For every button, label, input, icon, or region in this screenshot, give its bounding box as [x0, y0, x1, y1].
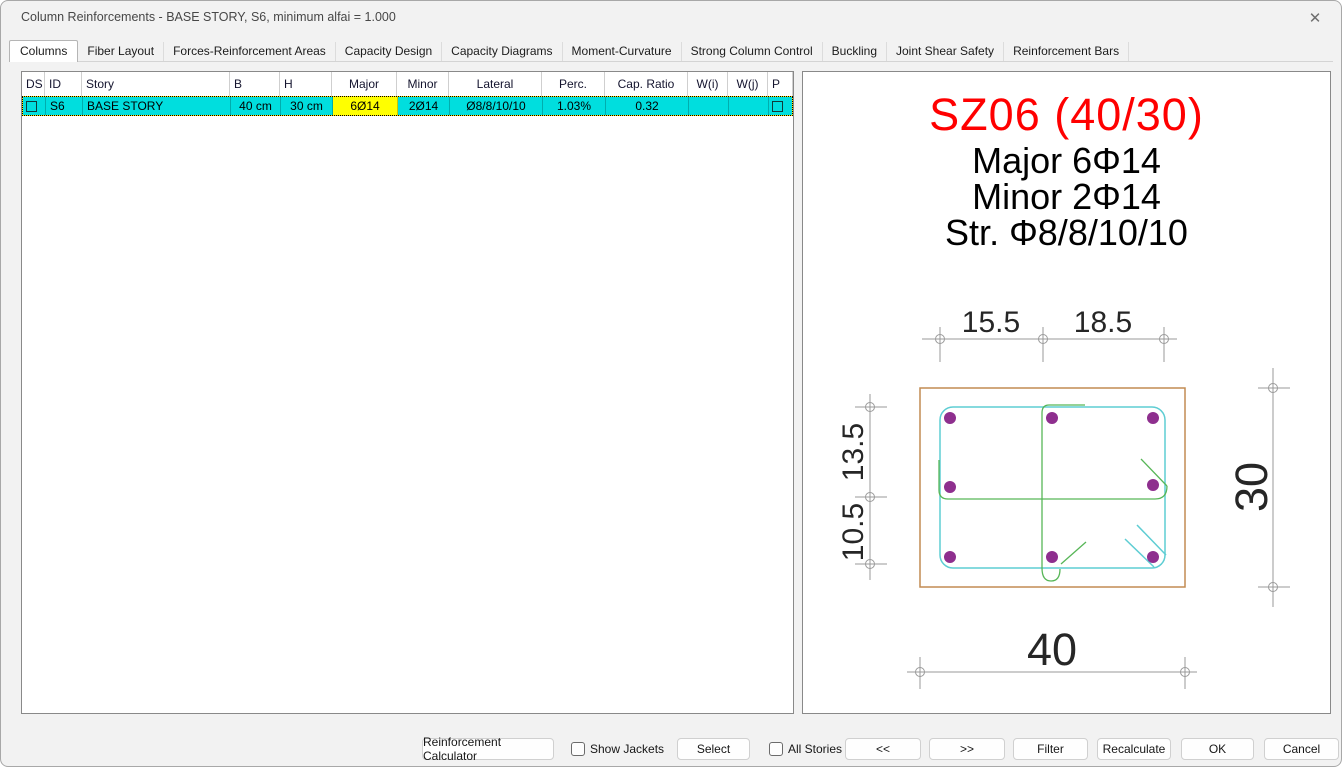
p-checkbox[interactable] [772, 101, 783, 112]
lateral-cell[interactable]: Ø8/8/10/10 [450, 97, 543, 115]
rebar-dot [944, 551, 956, 563]
rebar-dot [1147, 551, 1159, 563]
table-header-row: DS ID Story B H Major Minor Lateral Perc… [22, 72, 793, 96]
header-p[interactable]: P [768, 72, 793, 96]
show-jackets-label: Show Jackets [590, 742, 664, 756]
header-wj[interactable]: W(j) [728, 72, 768, 96]
perc-cell: 1.03% [543, 97, 606, 115]
rebar-dot [1046, 551, 1058, 563]
tab-strip: Columns Fiber Layout Forces-Reinforcemen… [9, 41, 1333, 62]
close-icon[interactable]: ✕ [1303, 7, 1327, 29]
outer-stirrup [940, 407, 1165, 568]
all-stories-label: All Stories [788, 742, 842, 756]
table-row[interactable]: S6 BASE STORY 40 cm 30 cm 6Ø14 2Ø14 Ø8/8… [22, 96, 793, 116]
ds-checkbox[interactable] [26, 101, 37, 112]
dimension-labels: 15.5 18.5 13.5 10.5 30 40 [837, 306, 1277, 675]
tab-buckling[interactable]: Buckling [823, 42, 887, 61]
select-button[interactable]: Select [677, 738, 750, 760]
id-cell: S6 [46, 97, 83, 115]
rebar-dot [1147, 412, 1159, 424]
previous-button[interactable]: << [845, 738, 921, 760]
tab-strong-column-control[interactable]: Strong Column Control [682, 42, 823, 61]
ok-button[interactable]: OK [1181, 738, 1254, 760]
window-title: Column Reinforcements - BASE STORY, S6, … [21, 10, 396, 24]
cancel-button[interactable]: Cancel [1264, 738, 1339, 760]
p-cell [769, 97, 792, 115]
all-stories-checkbox[interactable] [769, 742, 783, 756]
header-lateral[interactable]: Lateral [449, 72, 542, 96]
show-jackets-checkbox[interactable] [571, 742, 585, 756]
tab-columns[interactable]: Columns [9, 40, 78, 62]
next-button[interactable]: >> [929, 738, 1005, 760]
header-cap-ratio[interactable]: Cap. Ratio [605, 72, 688, 96]
header-major[interactable]: Major [332, 72, 397, 96]
section-preview-panel: SZ06 (40/30) Major 6Φ14 Minor 2Φ14 Str. … [802, 71, 1331, 714]
header-story[interactable]: Story [82, 72, 230, 96]
tab-forces-reinforcement-areas[interactable]: Forces-Reinforcement Areas [164, 42, 336, 61]
column-section-diagram: 15.5 18.5 13.5 10.5 30 40 [803, 72, 1331, 714]
wi-cell [689, 97, 729, 115]
header-b[interactable]: B [230, 72, 280, 96]
header-wi[interactable]: W(i) [688, 72, 728, 96]
dim-top-right-label: 18.5 [1074, 306, 1132, 339]
wj-cell [729, 97, 769, 115]
minor-cell[interactable]: 2Ø14 [398, 97, 450, 115]
dim-right-label: 30 [1226, 462, 1277, 512]
rebar-dot [944, 481, 956, 493]
columns-table-panel: DS ID Story B H Major Minor Lateral Perc… [21, 71, 794, 714]
cap-ratio-cell: 0.32 [606, 97, 689, 115]
column-reinforcements-dialog: Column Reinforcements - BASE STORY, S6, … [0, 0, 1342, 767]
ds-cell [23, 97, 46, 115]
major-cell[interactable]: 6Ø14 [333, 97, 398, 115]
header-ds[interactable]: DS [22, 72, 45, 96]
filter-button[interactable]: Filter [1013, 738, 1088, 760]
h-cell: 30 cm [281, 97, 333, 115]
recalculate-button[interactable]: Recalculate [1097, 738, 1171, 760]
dim-top-left-label: 15.5 [962, 306, 1020, 339]
tab-reinforcement-bars[interactable]: Reinforcement Bars [1004, 42, 1129, 61]
tab-fiber-layout[interactable]: Fiber Layout [78, 42, 164, 61]
title-bar: Column Reinforcements - BASE STORY, S6, … [1, 1, 1341, 35]
rebar-dot [944, 412, 956, 424]
dim-left-lower-label: 10.5 [837, 503, 870, 561]
reinforcement-calculator-button[interactable]: Reinforcement Calculator [422, 738, 554, 760]
show-jackets-group: Show Jackets [571, 738, 664, 760]
stirrup-hooks [1125, 525, 1166, 567]
tab-capacity-diagrams[interactable]: Capacity Diagrams [442, 42, 562, 61]
tab-joint-shear-safety[interactable]: Joint Shear Safety [887, 42, 1004, 61]
header-h[interactable]: H [280, 72, 332, 96]
header-perc[interactable]: Perc. [542, 72, 605, 96]
tab-moment-curvature[interactable]: Moment-Curvature [563, 42, 682, 61]
rebar-dot [1147, 479, 1159, 491]
dim-bottom-label: 40 [1027, 624, 1077, 675]
b-cell: 40 cm [231, 97, 281, 115]
header-minor[interactable]: Minor [397, 72, 449, 96]
story-cell: BASE STORY [83, 97, 231, 115]
dim-left-upper-label: 13.5 [837, 423, 870, 481]
header-id[interactable]: ID [45, 72, 82, 96]
all-stories-group: All Stories [769, 738, 842, 760]
rebar-dot [1046, 412, 1058, 424]
tab-capacity-design[interactable]: Capacity Design [336, 42, 442, 61]
